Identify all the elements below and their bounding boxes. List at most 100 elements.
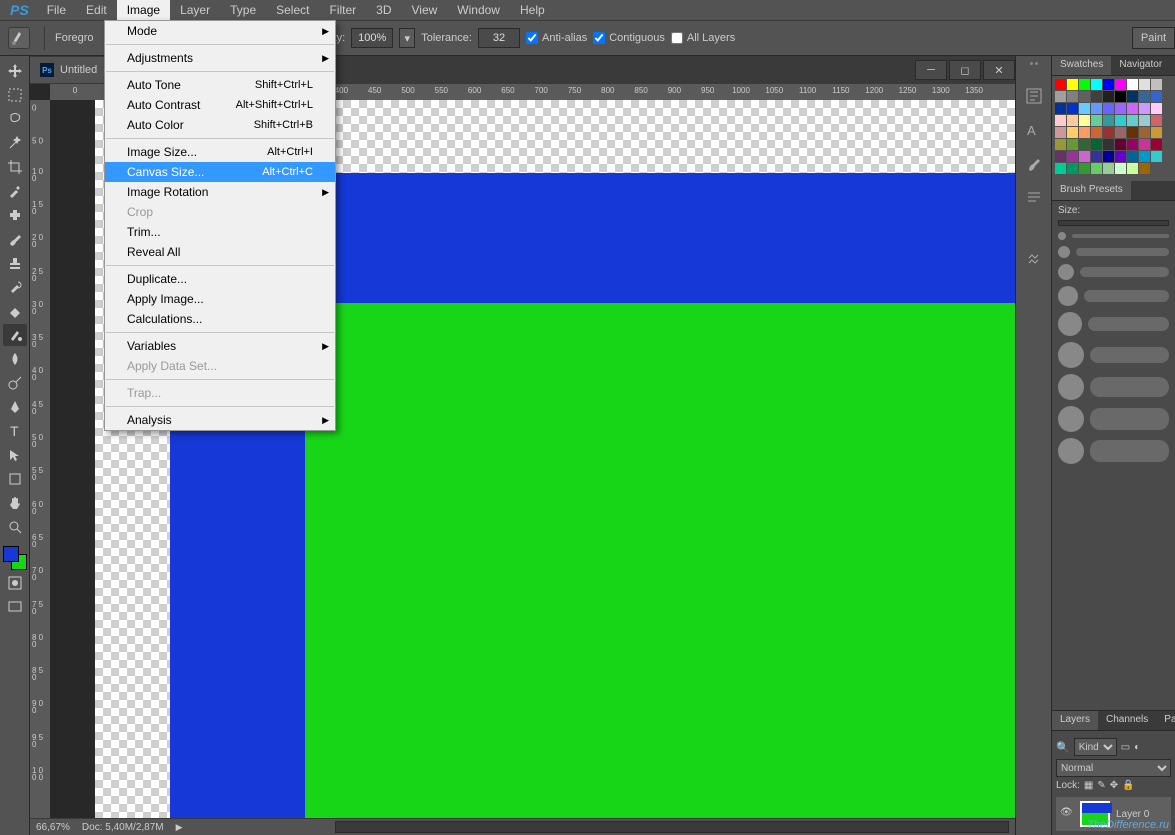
menu-type[interactable]: Type [220,0,266,20]
swatch-color[interactable] [1091,139,1102,150]
alllayers-checkbox[interactable] [671,32,683,44]
blur-tool-icon[interactable] [3,348,27,370]
menu-item-mode[interactable]: Mode▶ [105,21,335,41]
brush-tool-icon[interactable] [3,228,27,250]
swatch-color[interactable] [1067,115,1078,126]
swatch-color[interactable] [1067,127,1078,138]
swatch-color[interactable] [1127,115,1138,126]
menu-view[interactable]: View [402,0,448,20]
swatch-color[interactable] [1055,127,1066,138]
swatch-color[interactable] [1091,91,1102,102]
swatch-color[interactable] [1139,103,1150,114]
menu-item-canvas-size[interactable]: Canvas Size...Alt+Ctrl+C [105,162,335,182]
swatch-color[interactable] [1055,151,1066,162]
swatch-color[interactable] [1103,163,1114,174]
brush-preset-row[interactable] [1058,232,1169,240]
zoom-tool-icon[interactable] [3,516,27,538]
pen-tool-icon[interactable] [3,396,27,418]
lock-position-icon[interactable]: ✥ [1110,780,1118,791]
swatch-color[interactable] [1151,79,1162,90]
menu-item-auto-contrast[interactable]: Auto ContrastAlt+Shift+Ctrl+L [105,95,335,115]
hand-tool-icon[interactable] [3,492,27,514]
maximize-button[interactable]: ◻ [949,60,981,80]
swatch-color[interactable] [1079,103,1090,114]
document-tab[interactable]: Ps Untitled [30,57,107,83]
paths-tab[interactable]: Path [1156,711,1175,730]
history-brush-icon[interactable] [3,276,27,298]
lock-pixels-icon[interactable]: ▦ [1084,780,1093,791]
swatch-color[interactable] [1067,103,1078,114]
swatch-color[interactable] [1067,163,1078,174]
menu-item-image-rotation[interactable]: Image Rotation▶ [105,182,335,202]
filter-adj-icon[interactable]: ◐ [1134,742,1140,753]
swatch-color[interactable] [1139,91,1150,102]
opacity-input[interactable] [351,28,393,48]
paragraph-panel-icon[interactable] [1022,186,1046,210]
swatch-color[interactable] [1139,127,1150,138]
swatch-color[interactable] [1079,115,1090,126]
shape-tool-icon[interactable] [3,468,27,490]
lasso-tool-icon[interactable] [3,108,27,130]
healing-tool-icon[interactable] [3,204,27,226]
layers-tab[interactable]: Layers [1052,711,1098,730]
swatch-color[interactable] [1079,127,1090,138]
swatch-color[interactable] [1139,163,1150,174]
crop-tool-icon[interactable] [3,156,27,178]
minimize-button[interactable]: ─ [915,60,947,80]
brush-size-slider[interactable] [1058,220,1169,226]
swatch-color[interactable] [1091,163,1102,174]
layer-name[interactable]: Layer 0 [1116,809,1149,820]
swatch-color[interactable] [1127,79,1138,90]
swatch-color[interactable] [1139,139,1150,150]
wand-tool-icon[interactable] [3,132,27,154]
current-tool-icon[interactable] [8,27,30,49]
menu-item-reveal-all[interactable]: Reveal All [105,242,335,262]
swatch-color[interactable] [1103,91,1114,102]
swatch-color[interactable] [1115,151,1126,162]
opacity-dropdown-icon[interactable]: ▾ [399,28,415,48]
swatch-color[interactable] [1115,163,1126,174]
menu-item-trim[interactable]: Trim... [105,222,335,242]
brush-presets-tab[interactable]: Brush Presets [1052,181,1131,200]
swatch-color[interactable] [1151,115,1162,126]
swatch-color[interactable] [1127,91,1138,102]
swatch-color[interactable] [1067,139,1078,150]
doc-status[interactable]: Doc: 5,40M/2,87M [82,822,164,833]
menu-item-analysis[interactable]: Analysis▶ [105,410,335,430]
swatch-color[interactable] [1091,79,1102,90]
marquee-tool-icon[interactable] [3,84,27,106]
color-swatch[interactable] [3,546,27,570]
tolerance-input[interactable] [478,28,520,48]
lock-paint-icon[interactable]: ✎ [1097,780,1105,791]
properties-panel-icon[interactable] [1022,246,1046,270]
menu-file[interactable]: File [37,0,76,20]
swatch-color[interactable] [1079,91,1090,102]
swatch-color[interactable] [1055,115,1066,126]
character-panel-icon[interactable]: A [1022,118,1046,142]
visibility-icon[interactable]: 👁 [1060,807,1074,821]
menu-filter[interactable]: Filter [319,0,366,20]
brush-preset-row[interactable] [1058,406,1169,432]
bucket-tool-icon[interactable] [3,324,27,346]
menu-3d[interactable]: 3D [366,0,401,20]
menu-item-calculations[interactable]: Calculations... [105,309,335,329]
swatch-color[interactable] [1103,139,1114,150]
swatch-color[interactable] [1055,139,1066,150]
layer-filter-kind[interactable]: Kind [1074,738,1117,756]
menu-item-apply-image[interactable]: Apply Image... [105,289,335,309]
menu-select[interactable]: Select [266,0,319,20]
close-button[interactable]: ✕ [983,60,1015,80]
menu-item-duplicate[interactable]: Duplicate... [105,269,335,289]
screenmode-icon[interactable] [3,596,27,618]
swatch-color[interactable] [1067,91,1078,102]
swatch-color[interactable] [1139,115,1150,126]
contiguous-checkbox[interactable] [593,32,605,44]
swatch-color[interactable] [1151,103,1162,114]
swatch-color[interactable] [1091,127,1102,138]
brush-preset-row[interactable] [1058,438,1169,464]
swatch-color[interactable] [1103,127,1114,138]
eraser-tool-icon[interactable] [3,300,27,322]
menu-item-adjustments[interactable]: Adjustments▶ [105,48,335,68]
zoom-status[interactable]: 66,67% [36,822,70,833]
menu-window[interactable]: Window [447,0,510,20]
